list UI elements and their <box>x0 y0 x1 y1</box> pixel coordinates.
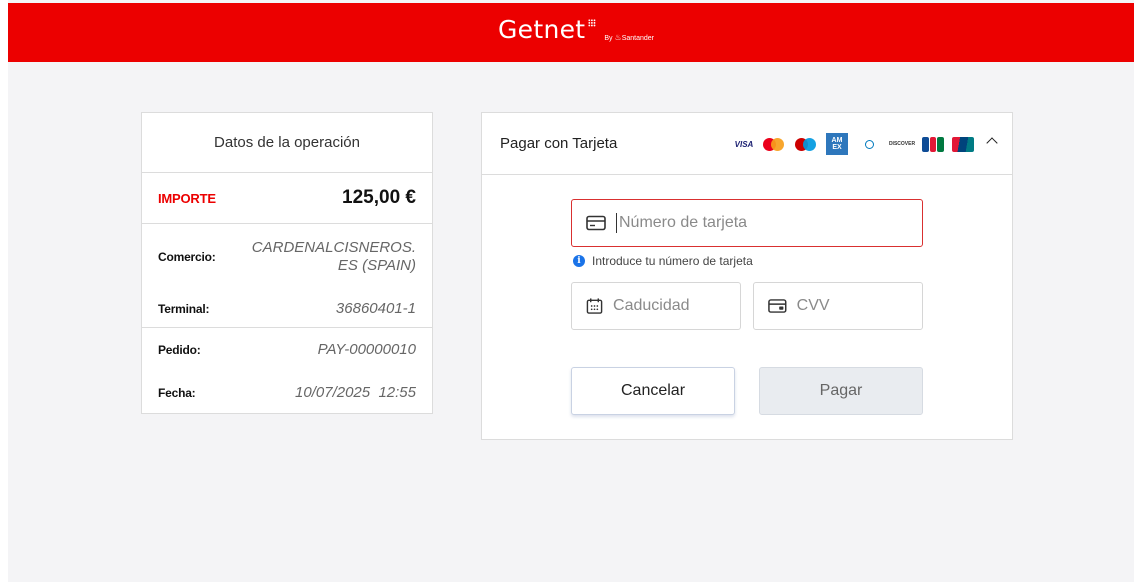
logo-by-text: By <box>604 35 613 42</box>
date-row: Fecha: 10/07/2025 12:55 <box>142 372 432 414</box>
merchant-value-line1: CARDENALCISNEROS. <box>251 239 416 256</box>
order-row: Pedido: PAY-00000010 <box>142 328 432 372</box>
summary-title: Datos de la operación <box>142 113 432 173</box>
card-cvv-icon <box>768 299 787 313</box>
header-bar: Getnet By ♨Santander <box>8 3 1134 62</box>
expiry-input[interactable] <box>613 297 740 315</box>
payment-header[interactable]: Pagar con Tarjeta VISA AM EX DISCOVER <box>482 113 1012 175</box>
terminal-row: Terminal: 36860401-1 <box>142 290 432 328</box>
getnet-logo: Getnet By ♨Santander <box>498 15 654 45</box>
unionpay-icon <box>952 136 974 152</box>
pay-button[interactable]: Pagar <box>759 367 923 415</box>
terminal-label: Terminal: <box>158 301 210 316</box>
card-number-hint: i Introduce tu número de tarjeta <box>573 254 753 268</box>
mastercard-icon <box>762 135 786 153</box>
cvv-field[interactable] <box>753 282 923 330</box>
card-number-field[interactable] <box>571 199 923 247</box>
diners-club-icon <box>856 135 882 153</box>
card-number-input[interactable] <box>619 214 899 232</box>
operation-summary-card: Datos de la operación IMPORTE 125,00 € C… <box>141 112 433 414</box>
chevron-up-icon[interactable] <box>986 137 998 149</box>
logo-brand-text: Santander <box>621 35 654 42</box>
discover-icon: DISCOVER <box>888 141 916 147</box>
info-icon: i <box>573 255 585 267</box>
card-number-hint-text: Introduce tu número de tarjeta <box>592 254 753 268</box>
amount-label: IMPORTE <box>158 190 216 206</box>
cancel-button[interactable]: Cancelar <box>571 367 735 415</box>
expiry-field[interactable] <box>571 282 741 330</box>
payment-title: Pagar con Tarjeta <box>500 135 618 152</box>
merchant-value-line2: ES (SPAIN) <box>337 257 416 274</box>
jcb-icon <box>922 135 945 153</box>
card-brands: VISA AM EX DISCOVER <box>734 133 974 155</box>
terminal-value: 36860401-1 <box>335 299 416 317</box>
maestro-icon <box>794 135 818 153</box>
logo-by-santander: By ♨Santander <box>604 33 654 42</box>
date-label: Fecha: <box>158 386 196 400</box>
calendar-icon <box>586 298 603 314</box>
credit-card-icon <box>586 215 606 231</box>
santander-flame-icon: ♨ <box>614 33 622 42</box>
text-caret <box>616 213 617 233</box>
amount-row: IMPORTE 125,00 € <box>142 173 432 224</box>
amount-value: 125,00 € <box>342 187 416 208</box>
cvv-input[interactable] <box>796 297 922 315</box>
merchant-label: Comercio: <box>158 250 216 264</box>
logo-text: Getnet <box>498 15 586 44</box>
logo-dots-icon <box>588 19 597 27</box>
merchant-value: CARDENALCISNEROS. ES (SPAIN) <box>252 239 416 275</box>
visa-icon: VISA <box>734 139 754 149</box>
order-value: PAY-00000010 <box>317 341 416 358</box>
date-value: 10/07/2025 12:55 <box>295 384 416 401</box>
amex-icon: AM EX <box>826 133 848 155</box>
merchant-row: Comercio: CARDENALCISNEROS. ES (SPAIN) <box>142 224 432 290</box>
card-payment-panel: Pagar con Tarjeta VISA AMEX DISCOVER i I… <box>481 112 1013 440</box>
order-label: Pedido: <box>158 343 201 357</box>
